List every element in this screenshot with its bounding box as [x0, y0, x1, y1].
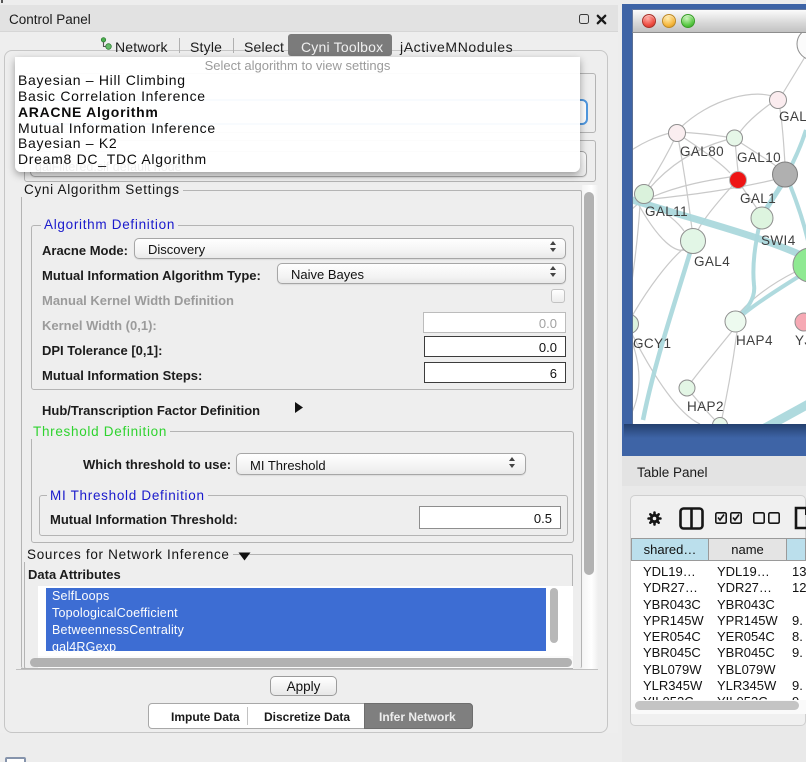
svg-text:SWI4: SWI4 — [761, 233, 796, 248]
svg-text:GAL2: GAL2 — [779, 109, 806, 124]
svg-text:HAP2: HAP2 — [687, 399, 724, 414]
svg-text:YJL0: YJL0 — [795, 333, 806, 348]
svg-text:GAL4: GAL4 — [694, 254, 730, 269]
svg-text:GAL10: GAL10 — [737, 150, 781, 165]
svg-text:GAL11: GAL11 — [645, 204, 688, 219]
svg-text:GAL1: GAL1 — [740, 191, 776, 206]
svg-text:GCY1: GCY1 — [633, 336, 671, 351]
svg-text:GAL80: GAL80 — [680, 144, 724, 159]
svg-text:HAP4: HAP4 — [736, 333, 773, 348]
